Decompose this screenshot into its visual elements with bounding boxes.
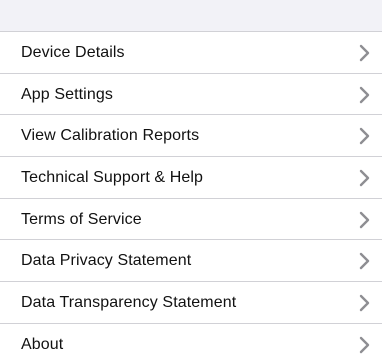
- menu-item-view-calibration-reports[interactable]: View Calibration Reports: [0, 115, 382, 158]
- menu-item-label: Terms of Service: [21, 210, 142, 228]
- settings-menu-list: Device Details App Settings View Calibra…: [0, 32, 382, 358]
- menu-item-app-settings[interactable]: App Settings: [0, 73, 382, 116]
- menu-item-label: About: [21, 335, 64, 353]
- menu-item-data-privacy-statement[interactable]: Data Privacy Statement: [0, 240, 382, 283]
- chevron-right-icon: [356, 43, 372, 63]
- menu-item-device-details[interactable]: Device Details: [0, 32, 382, 74]
- chevron-right-icon: [356, 293, 372, 313]
- chevron-right-icon: [356, 168, 372, 188]
- chevron-right-icon: [356, 335, 372, 355]
- menu-item-about[interactable]: About: [0, 323, 382, 358]
- menu-item-label: Device Details: [21, 43, 125, 61]
- menu-item-label: Data Transparency Statement: [21, 293, 237, 311]
- menu-item-label: View Calibration Reports: [21, 127, 200, 145]
- menu-item-label: Data Privacy Statement: [21, 252, 192, 270]
- chevron-right-icon: [356, 210, 372, 230]
- chevron-right-icon: [356, 126, 372, 146]
- menu-item-data-transparency-statement[interactable]: Data Transparency Statement: [0, 282, 382, 324]
- menu-item-terms-of-service[interactable]: Terms of Service: [0, 198, 382, 241]
- header-band: [0, 0, 382, 32]
- menu-item-label: Technical Support & Help: [21, 168, 204, 186]
- chevron-right-icon: [356, 85, 372, 105]
- chevron-right-icon: [356, 251, 372, 271]
- menu-item-label: App Settings: [21, 85, 113, 103]
- menu-item-technical-support-help[interactable]: Technical Support & Help: [0, 157, 382, 199]
